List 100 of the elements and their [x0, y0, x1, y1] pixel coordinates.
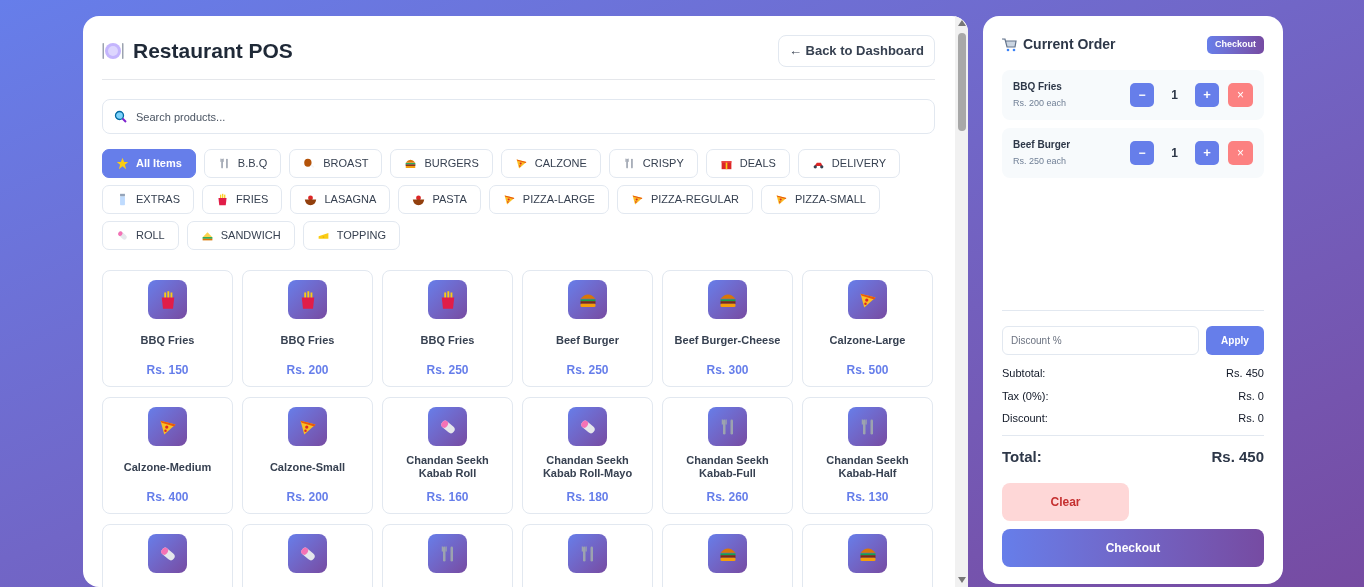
- fork-knife-icon: [622, 157, 636, 170]
- category-tab[interactable]: DELIVERY: [797, 149, 901, 178]
- product-name: Beef Burger-Cheese: [674, 333, 781, 347]
- product-price: Rs. 160: [426, 489, 469, 506]
- product-name: Chandan Seekh Kabab Roll: [405, 454, 490, 480]
- category-tab[interactable]: ROLL: [102, 221, 179, 250]
- category-tab[interactable]: EXTRAS: [102, 185, 194, 214]
- product-price: Rs. 250: [426, 362, 469, 379]
- order-item-price: Rs. 250 each: [1013, 155, 1068, 169]
- decrease-button[interactable]: −: [1130, 83, 1154, 107]
- decrease-button[interactable]: −: [1130, 141, 1154, 165]
- category-tab[interactable]: PIZZA-SMALL: [760, 185, 880, 214]
- quantity: 1: [1170, 87, 1179, 104]
- checkout-button[interactable]: Checkout: [1207, 35, 1264, 54]
- product-card[interactable]: Chandan Seekh Kabab-Half Rs. 130: [802, 397, 933, 514]
- category-tab[interactable]: LASAGNA: [290, 185, 391, 214]
- search-icon: [114, 110, 127, 123]
- category-tab[interactable]: PIZZA-REGULAR: [616, 185, 753, 214]
- checkout-button[interactable]: Checkout: [1002, 529, 1264, 567]
- pizza-slice-icon: [630, 193, 644, 206]
- product-name: BBQ Fries: [140, 333, 195, 347]
- product-card[interactable]: BBQ Fries Rs. 150: [102, 270, 233, 387]
- product-name: BBQ Fries: [420, 333, 475, 347]
- product-name: Calzone-Large: [829, 333, 906, 347]
- apply-button[interactable]: Apply: [1206, 326, 1264, 355]
- scroll-down-icon[interactable]: [957, 577, 966, 583]
- category-tab[interactable]: BURGERS: [390, 149, 493, 178]
- summary-label: Subtotal:: [1002, 366, 1046, 381]
- product-price: Rs. 300: [706, 362, 749, 379]
- category-tab[interactable]: CRISPY: [608, 149, 698, 178]
- discount-field[interactable]: Discount %: [1002, 326, 1199, 355]
- category-tab[interactable]: PASTA: [398, 185, 481, 214]
- category-tab[interactable]: PIZZA-LARGE: [488, 185, 609, 214]
- summary-value: Rs. 450: [1226, 366, 1264, 381]
- product-name: Chandan Seekh Kabab-Full: [685, 454, 770, 480]
- product-card[interactable]: BBQ Fries Rs. 250: [382, 270, 513, 387]
- scrollbar-thumb[interactable]: [957, 33, 966, 131]
- product-card[interactable]: Chandan Seekh Kabab-Full Rs. 260: [662, 397, 793, 514]
- product-price: Rs. 200: [286, 362, 329, 379]
- fries-icon: [216, 193, 229, 206]
- search-field[interactable]: Search products...: [102, 99, 935, 134]
- product-price: Rs. 260: [706, 489, 749, 506]
- product-name: BBQ Fries: [280, 333, 335, 347]
- product-price: Rs. 150: [146, 362, 189, 379]
- product-card[interactable]: BBQ Fries Rs. 200: [242, 270, 373, 387]
- fork-knife-icon: [217, 157, 231, 170]
- summary-label: Tax (0%):: [1002, 388, 1049, 404]
- summary-value: Rs. 0: [1238, 388, 1264, 404]
- product-name: Calzone-Medium: [123, 460, 212, 474]
- pizza-slice-icon: [774, 193, 788, 206]
- bowl-icon: [304, 193, 318, 206]
- sandwich-icon: [200, 229, 214, 242]
- product-card[interactable]: Beef Burger-Cheese Rs. 300: [662, 270, 793, 387]
- product-card[interactable]: Beef Burger Rs. 250: [522, 270, 653, 387]
- total-label: Total:: [1002, 446, 1042, 467]
- summary-label: Discount:: [1002, 411, 1048, 426]
- increase-button[interactable]: +: [1195, 83, 1219, 107]
- scroll-up-icon[interactable]: [957, 20, 966, 26]
- product-card[interactable]: Calzone-Large Rs. 500: [802, 270, 933, 387]
- plate-icon: [102, 40, 124, 62]
- category-tab[interactable]: DEALS: [705, 149, 790, 178]
- bowl-icon: [412, 193, 426, 206]
- category-tab[interactable]: FRIES: [202, 185, 283, 214]
- product-name: Chandan Seekh Kabab-Half: [825, 454, 910, 480]
- category-tab[interactable]: B.B.Q: [203, 149, 282, 178]
- back-to-dashboard-button[interactable]: ← Back to Dashboard: [777, 35, 935, 67]
- order-item-price: Rs. 200 each: [1013, 97, 1068, 111]
- product-name: Chandan Seekh Kabab Roll-Mayo: [541, 454, 634, 480]
- order-title: Current Order: [1023, 35, 1116, 54]
- cart-icon: [1002, 37, 1017, 52]
- quantity: 1: [1170, 145, 1179, 162]
- clear-button[interactable]: Clear: [1002, 483, 1129, 521]
- product-name: Calzone-Small: [269, 460, 346, 474]
- category-tab[interactable]: SANDWICH: [186, 221, 295, 250]
- total-value: Rs. 450: [1211, 446, 1264, 467]
- app-title: Restaurant POS: [133, 38, 293, 65]
- drumstick-icon: [303, 157, 317, 170]
- product-price: Rs. 250: [566, 362, 609, 379]
- product-price: Rs. 400: [146, 489, 189, 506]
- product-card[interactable]: Chandan Seekh Kabab Roll Rs. 160: [382, 397, 513, 514]
- category-tab[interactable]: TOPPING: [302, 221, 400, 250]
- burger-icon: [404, 157, 418, 170]
- increase-button[interactable]: +: [1195, 141, 1219, 165]
- product-card[interactable]: Calzone-Small Rs. 200: [242, 397, 373, 514]
- product-price: Rs. 200: [286, 489, 329, 506]
- category-tab[interactable]: BROAST: [289, 149, 383, 178]
- summary-value: Rs. 0: [1238, 411, 1264, 426]
- star-icon: [116, 157, 129, 170]
- pizza-slice-icon: [502, 193, 516, 206]
- scrollbar[interactable]: [955, 16, 968, 587]
- order-item-name: BBQ Fries: [1013, 80, 1063, 95]
- product-price: Rs. 180: [566, 489, 609, 506]
- product-card[interactable]: Calzone-Medium Rs. 400: [102, 397, 233, 514]
- category-tab[interactable]: All Items: [102, 149, 196, 178]
- product-price: Rs. 500: [846, 362, 889, 379]
- product-card[interactable]: Chandan Seekh Kabab Roll-Mayo Rs. 180: [522, 397, 653, 514]
- product-name: Beef Burger: [556, 333, 619, 347]
- order-item-name: Beef Burger: [1013, 138, 1072, 153]
- category-tab[interactable]: CALZONE: [500, 149, 601, 178]
- product-price: Rs. 130: [846, 489, 889, 506]
